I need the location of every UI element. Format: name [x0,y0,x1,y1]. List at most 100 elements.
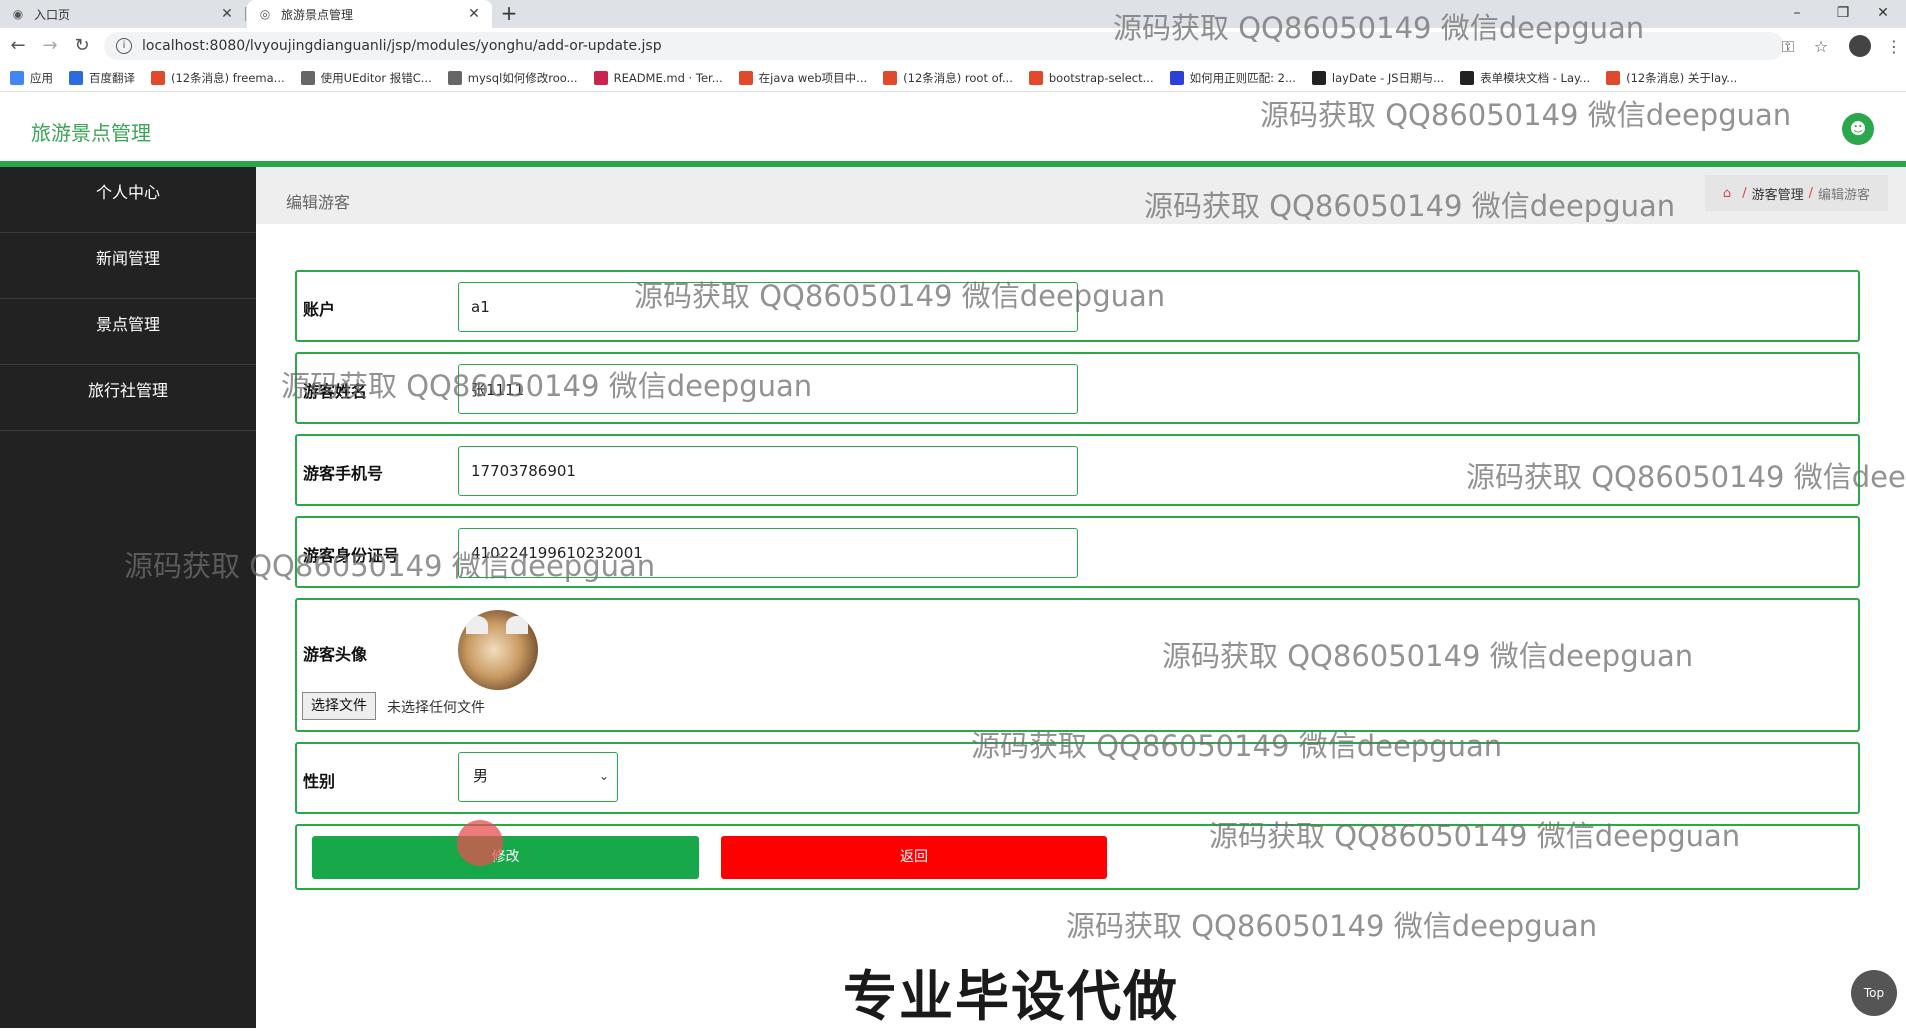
browser-profile-icon[interactable] [1849,35,1871,57]
bookmark-label: 百度翻译 [89,70,135,85]
sidebar-item-agency[interactable]: 旅行社管理 [0,365,256,431]
close-icon[interactable]: ✕ [219,6,235,22]
bookmark-item[interactable]: layDate - JS日期与... [1311,70,1445,86]
back-to-top-button[interactable]: Top [1851,970,1897,1016]
bookmark-icon [883,70,898,85]
avatar-label: 游客头像 [303,645,368,664]
site-icon: ◎ [259,7,271,21]
window-close-icon[interactable]: ✕ [1860,0,1906,28]
sidebar-item-personal[interactable]: 个人中心 [0,167,256,233]
gender-selected-value: 男 [473,767,489,785]
star-icon[interactable]: ☆ [1810,36,1832,58]
bookmark-item[interactable]: (12条消息) root of... [883,70,1013,86]
watermark: 源码获取 QQ86050149 微信deepguan [971,729,1503,763]
avatar-image [458,610,538,690]
sidebar-item-scenic[interactable]: 景点管理 [0,299,256,365]
watermark: 源码获取 QQ86050149 微信deepguan [1209,819,1741,853]
tab-separator [245,7,246,21]
bookmark-item[interactable]: (12条消息) freema... [151,70,285,86]
back-arrow-icon[interactable]: ← [6,34,30,58]
bookmark-item[interactable]: 如何用正则匹配: 2... [1169,70,1296,86]
page-title: 编辑游客 [286,193,351,212]
bookmark-label: 应用 [30,70,53,85]
bookmark-icon [1606,70,1621,85]
bookmark-item[interactable]: 在java web项目中... [738,70,868,86]
bookmark-item[interactable]: 使用UEditor 报错C... [300,70,432,86]
bookmark-label: README.md · Ter... [613,70,723,85]
key-icon[interactable]: ⚿ [1777,36,1799,58]
bookmark-item[interactable]: 表单模块文档 - Lay... [1460,70,1590,86]
bookmark-item[interactable]: 应用 [10,70,53,86]
bookmark-icon [1169,70,1184,85]
reload-icon[interactable]: ↻ [70,34,94,58]
browser-tab-entry[interactable]: ◉ 入口页 ✕ [0,0,245,28]
watermark: 源码获取 QQ86050149 微信deepguan [1162,639,1694,673]
bookmark-label: mysql如何修改roo... [467,70,578,85]
save-button[interactable]: 修改 [312,836,699,879]
sidebar-item-news[interactable]: 新闻管理 [0,233,256,299]
avatar-ear [466,616,488,634]
watermark: 源码获取 QQ86050149 微信deepguan [1260,98,1792,132]
sidebar: 个人中心 新闻管理 景点管理 旅行社管理 [0,167,256,1028]
menu-dots-icon[interactable]: ⋮ [1883,36,1905,58]
bookmark-icon [1460,70,1475,85]
bookmark-icon [10,70,24,85]
new-tab-button[interactable]: + [497,2,521,26]
minimize-icon[interactable]: – [1774,0,1820,28]
breadcrumb-current: 编辑游客 [1817,187,1870,203]
bookmark-icon [447,70,462,85]
close-icon[interactable]: ✕ [466,6,482,22]
bookmark-item[interactable]: bootstrap-select... [1028,70,1154,85]
bookmark-icon [1311,70,1326,85]
watermark: 源码获取 QQ86050149 微信deepguan [634,279,1166,313]
info-icon[interactable]: i [116,38,132,54]
watermark: 源码获取 QQ86050149 微信deepguan [124,549,656,583]
bookmark-label: bootstrap-select... [1048,70,1154,85]
click-indicator [457,820,503,866]
phone-input[interactable] [458,446,1078,496]
bookmark-icon [593,70,608,85]
breadcrumb-separator: / [1742,185,1747,201]
bookmark-item[interactable]: (12条消息) 关于lay... [1606,70,1737,86]
bookmark-label: 使用UEditor 报错C... [320,70,432,85]
choose-file-button[interactable]: 选择文件 [302,692,376,720]
user-icon[interactable]: ☻ [1842,113,1874,145]
browser-tab-active[interactable]: ◎ 旅游景点管理 ✕ [247,0,492,28]
avatar-ear [506,616,528,634]
forward-arrow-icon[interactable]: → [38,34,62,58]
phone-label: 游客手机号 [303,464,384,483]
sidebar-item-label: 新闻管理 [95,249,160,268]
watermark: 源码获取 QQ86050149 微信deepguan [1066,909,1598,943]
bookmark-label: 在java web项目中... [758,70,868,85]
tab-title: 入口页 [34,7,71,22]
watermark: 源码获取 QQ86050149 微信deepguan [1144,189,1676,223]
bookmark-item[interactable]: 百度翻译 [69,70,135,86]
bookmark-label: 如何用正则匹配: 2... [1189,70,1296,85]
sidebar-item-label: 景点管理 [95,315,160,334]
bookmark-label: layDate - JS日期与... [1331,70,1445,85]
sidebar-item-label: 旅行社管理 [87,381,168,400]
back-button[interactable]: 返回 [721,836,1107,879]
gender-select[interactable]: 男 ⌄ [458,752,618,802]
chevron-down-icon: ⌄ [598,769,609,783]
bookmark-item[interactable]: README.md · Ter... [593,70,723,85]
bookmark-label: (12条消息) 关于lay... [1626,70,1738,85]
bookmark-item[interactable]: mysql如何修改roo... [447,70,578,86]
bookmark-label: (12条消息) root of... [903,70,1013,85]
bookmark-icon [300,70,315,85]
app-title[interactable]: 旅游景点管理 [31,117,151,146]
watermark: 源码获取 QQ86050149 微信deepguan [1466,460,1906,494]
file-status-text: 未选择任何文件 [387,700,485,716]
bookmark-icon [151,70,165,85]
bookmark-icon [69,70,83,85]
bookmark-icon [738,70,753,85]
breadcrumb-separator: / [1808,185,1813,201]
home-icon[interactable]: ⌂ [1723,186,1731,201]
bookmark-label: 表单模块文档 - Lay... [1480,70,1591,85]
globe-icon: ◉ [12,7,24,21]
breadcrumb-parent[interactable]: 游客管理 [1752,184,1804,203]
tab-title: 旅游景点管理 [281,7,354,22]
watermark: 源码获取 QQ86050149 微信deepguan [281,369,813,403]
bookmarks-bar: 应用 百度翻译 (12条消息) freema... 使用UEditor 报错C... m… [0,64,1906,92]
account-label: 账户 [303,300,336,319]
